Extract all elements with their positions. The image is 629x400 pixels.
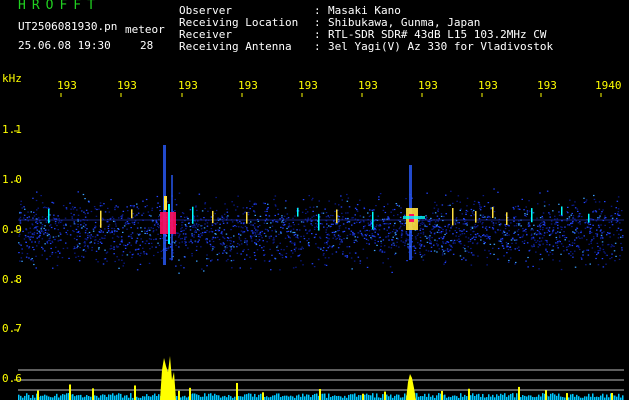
meteor-ping [131, 209, 133, 219]
meteor-ping [531, 208, 533, 223]
meteor-ping [48, 208, 50, 224]
amplitude-burst [406, 374, 416, 400]
x-tick-label: 193 [117, 80, 137, 92]
spectrogram-plot [14, 93, 624, 400]
meteor-ping [372, 211, 374, 230]
meteor-ping [336, 209, 338, 224]
meteor-streak [403, 216, 425, 219]
meteor-ping [100, 210, 102, 228]
x-tick-label: 1940 [595, 80, 622, 92]
meteor-ping [475, 211, 477, 223]
y-tick-label: 1.0 [2, 173, 22, 186]
meteor-streak [168, 204, 170, 244]
meteor-ping [492, 206, 494, 219]
y-tick-label: 0.9 [2, 223, 22, 236]
meteor-streak [164, 196, 167, 210]
meteor-ping [561, 206, 563, 216]
amplitude-burst [160, 356, 176, 400]
x-tick-label: 193 [537, 80, 557, 92]
x-tick-label: 193 [298, 80, 318, 92]
meteor-ping [452, 208, 454, 226]
meteor-ping [212, 210, 214, 224]
y-axis-unit: kHz [2, 72, 22, 85]
meteor-ping [246, 211, 248, 224]
y-tick-label: 0.6 [2, 372, 22, 385]
x-tick-label: 193 [358, 80, 378, 92]
x-tick-label: 193 [478, 80, 498, 92]
x-tick-label: 193 [418, 80, 438, 92]
meteor-ping [192, 206, 194, 224]
x-tick-label: 193 [238, 80, 258, 92]
y-tick-label: 0.8 [2, 273, 22, 286]
meteor-ping [297, 208, 299, 217]
x-tick-label: 193 [57, 80, 77, 92]
noise-band [18, 188, 624, 274]
y-tick-label: 1.1 [2, 123, 22, 136]
meteor-ping [588, 213, 590, 223]
y-tick-label: 0.7 [2, 322, 22, 335]
meteor-ping [506, 212, 508, 225]
meteor-ping [318, 213, 320, 231]
x-tick-label: 193 [178, 80, 198, 92]
